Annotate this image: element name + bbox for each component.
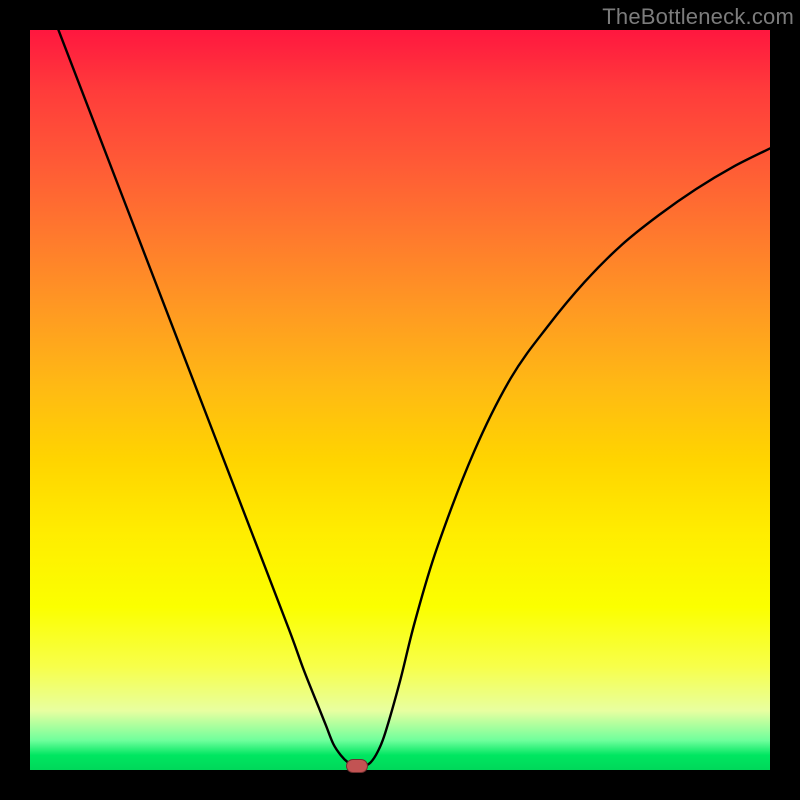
chart-frame: TheBottleneck.com (0, 0, 800, 800)
chart-svg (30, 30, 770, 770)
curve-line (30, 0, 770, 767)
watermark-text: TheBottleneck.com (602, 4, 794, 30)
min-marker (346, 759, 368, 773)
plot-area (30, 30, 770, 770)
